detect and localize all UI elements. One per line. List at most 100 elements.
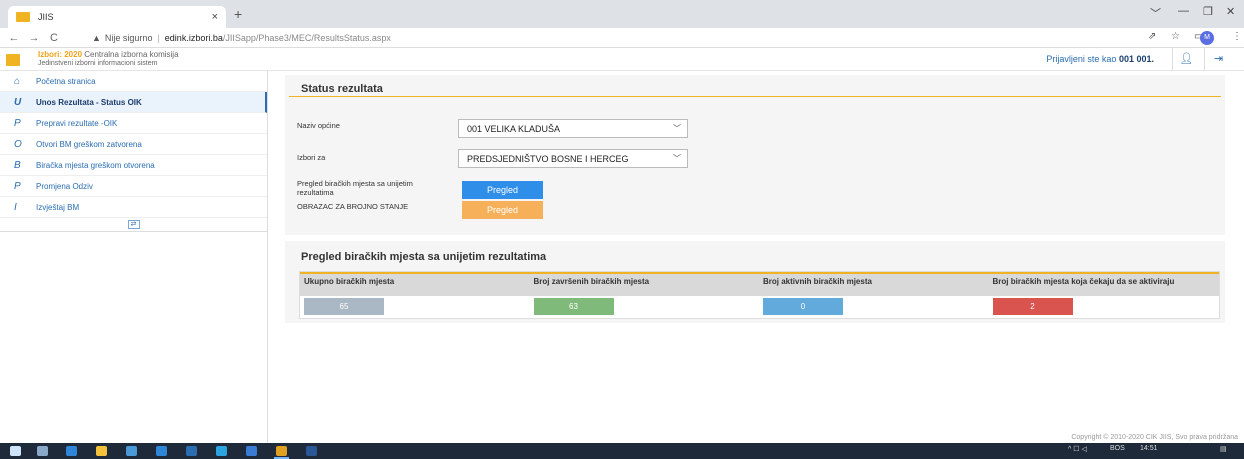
sidebar-item-prepravi[interactable]: P Prepravi rezultate -OIK (0, 113, 267, 134)
store-icon[interactable] (126, 446, 137, 456)
tab-close-icon[interactable]: × (212, 11, 218, 23)
app-icon[interactable] (246, 446, 257, 456)
letter-o-icon: O (14, 138, 22, 150)
sidebar-item-label: Unos Rezultata - Status OIK (36, 97, 142, 107)
user-button[interactable]: 👤︎ (1172, 48, 1200, 70)
sidebar-collapse: ⇄ (0, 218, 267, 232)
sidebar-item-izvjestaj-bm[interactable]: I Izvještaj BM (0, 197, 267, 218)
election-select[interactable]: PREDSJEDNIŠTVO BOSNE I HERCEG ﹀ (458, 149, 688, 168)
warning-icon: ▲ (92, 33, 101, 43)
language-indicator[interactable]: BOS (1110, 445, 1125, 452)
brand-org: Centralna izborna komisija (84, 50, 179, 59)
reload-icon[interactable]: C (48, 32, 60, 44)
municipality-select[interactable]: 001 VELIKA KLADUŠA ﹀ (458, 119, 688, 138)
tray-icons[interactable]: ^ ☐ ◁ (1068, 445, 1087, 453)
logged-in-info: Prijavljeni ste kao 001 001. (1046, 54, 1154, 64)
url-field[interactable]: ▲ Nije sigurno | edink.izbori.ba /JIISap… (92, 30, 391, 46)
brand-year: Izbori: 2020 (38, 50, 83, 59)
skype-icon[interactable] (216, 446, 227, 456)
sidebar-item-label: Prepravi rezultate -OIK (36, 118, 118, 128)
url-host: edink.izbori.ba (164, 33, 223, 43)
home-icon: ⌂ (14, 75, 21, 87)
edge-icon[interactable] (66, 446, 77, 456)
word-icon[interactable] (306, 446, 317, 456)
chevron-down-icon: ﹀ (673, 124, 681, 133)
status-panel: Status rezultata Naziv općine 001 VELIKA… (285, 75, 1225, 235)
cell-completed: 63 (530, 296, 760, 318)
copyright-text: Copyright © 2010-2020 CIK JIIS, Svo prav… (1071, 434, 1238, 441)
form-review-button[interactable]: Pregled (462, 201, 543, 219)
chevron-down-icon: ﹀ (673, 154, 681, 163)
forward-icon[interactable]: → (28, 32, 40, 44)
election-label: Izbori za (297, 153, 326, 162)
sidebar-item-home[interactable]: ⌂ Početna stranica (0, 71, 267, 92)
notification-icon[interactable]: ▤ (1220, 445, 1227, 453)
status-panel-title: Status rezultata (289, 75, 1221, 97)
chevron-down-icon[interactable]: ﹀ (1150, 5, 1161, 21)
review-label: Pregled biračkih mjesta sa unijetim rezu… (297, 179, 413, 197)
menu-icon[interactable]: ⋮ (1232, 31, 1242, 42)
sidebar-item-label: Početna stranica (36, 76, 96, 86)
cik-logo-icon (6, 54, 20, 66)
header-completed: Broj završenih biračkih mjesta (533, 277, 650, 286)
municipality-label: Naziv općine (297, 121, 340, 130)
summary-table: Ukupno biračkih mjesta Broj završenih bi… (299, 271, 1220, 319)
profile-avatar[interactable]: M (1200, 31, 1214, 45)
letter-b-icon: B (14, 159, 21, 171)
url-path: /JIISapp/Phase3/MEC/ResultsStatus.aspx (222, 33, 391, 43)
new-tab-button[interactable]: + (234, 6, 242, 22)
header-total: Ukupno biračkih mjesta (304, 277, 395, 286)
logout-icon: ⇥ (1213, 53, 1224, 65)
star-icon[interactable]: ☆ (1171, 31, 1180, 42)
windows-start-icon[interactable] (10, 446, 21, 456)
sidebar-item-biracka-mjesta[interactable]: B Biračka mjesta greškom otvorena (0, 155, 267, 176)
windows-taskbar: ^ ☐ ◁ BOS 14:51 ▤ (0, 443, 1244, 459)
share-icon[interactable]: ⇗ (1148, 31, 1156, 42)
sidebar-item-otvori-bm[interactable]: O Otvori BM greškom zatvorena (0, 134, 267, 155)
review-button[interactable]: Pregled (462, 181, 543, 199)
summary-header-row: Ukupno biračkih mjesta Broj završenih bi… (300, 272, 1219, 296)
minimize-icon[interactable]: — (1178, 5, 1189, 17)
file-explorer-icon[interactable] (96, 446, 107, 456)
collapse-toggle-icon[interactable]: ⇄ (127, 220, 140, 229)
completed-badge: 63 (533, 298, 614, 315)
sidebar-item-label: Otvori BM greškom zatvorena (36, 139, 142, 149)
internet-explorer-icon[interactable] (156, 446, 167, 456)
letter-u-icon: U (14, 96, 22, 108)
sidebar-item-label: Izvještaj BM (36, 202, 80, 212)
sidebar-item-unos-rezultata[interactable]: U Unos Rezultata - Status OIK (0, 92, 267, 113)
letter-i-icon: I (14, 201, 17, 213)
municipality-value: 001 VELIKA KLADUŠA (467, 124, 561, 134)
sidebar-item-promjena-odziv[interactable]: P Promjena Odziv (0, 176, 267, 197)
address-bar: ← → C ▲ Nije sigurno | edink.izbori.ba /… (0, 28, 1244, 48)
logged-in-prefix: Prijavljeni ste kao (1046, 54, 1117, 64)
summary-value-row: 65 63 0 2 (300, 296, 1219, 318)
logged-in-user: 001 001. (1118, 54, 1154, 64)
summary-title: Pregled biračkih mjesta sa unijetim rezu… (301, 251, 547, 263)
main-content: Status rezultata Naziv općine 001 VELIKA… (285, 75, 1225, 440)
header-active: Broj aktivnih biračkih mjesta (763, 277, 872, 286)
logout-button[interactable]: ⇥ (1204, 48, 1232, 70)
sidebar-item-label: Biračka mjesta greškom otvorena (36, 160, 155, 170)
browser-tab[interactable]: JIIS × (8, 6, 226, 28)
letter-p-icon: P (14, 117, 21, 129)
election-value: PREDSJEDNIŠTVO BOSNE I HERCEG (467, 154, 629, 164)
cell-active: 0 (759, 296, 989, 318)
browser-tab-bar: JIIS × + ﹀ — ❐ ✕ (0, 0, 1244, 28)
form-label: OBRAZAC ZA BROJNO STANJE (297, 202, 409, 211)
chrome-icon[interactable] (274, 446, 289, 459)
close-window-icon[interactable]: ✕ (1226, 5, 1235, 18)
brand-title: Izbori: 2020 Centralna izborna komisija (38, 50, 179, 59)
site-favicon-icon (16, 12, 30, 22)
cell-total: 65 (300, 296, 530, 318)
letter-p-icon: P (14, 180, 21, 192)
task-view-icon[interactable] (37, 446, 48, 456)
header-waiting: Broj biračkih mjesta koja čekaju da se a… (992, 277, 1175, 286)
restore-icon[interactable]: ❐ (1203, 5, 1213, 18)
active-badge: 0 (763, 298, 843, 315)
tab-title: JIIS (38, 12, 54, 22)
clock[interactable]: 14:51 (1140, 445, 1158, 452)
outlook-icon[interactable] (186, 446, 197, 456)
back-icon[interactable]: ← (8, 32, 20, 44)
brand-subtitle: Jedinstveni izborni informacioni sistem (38, 60, 158, 67)
